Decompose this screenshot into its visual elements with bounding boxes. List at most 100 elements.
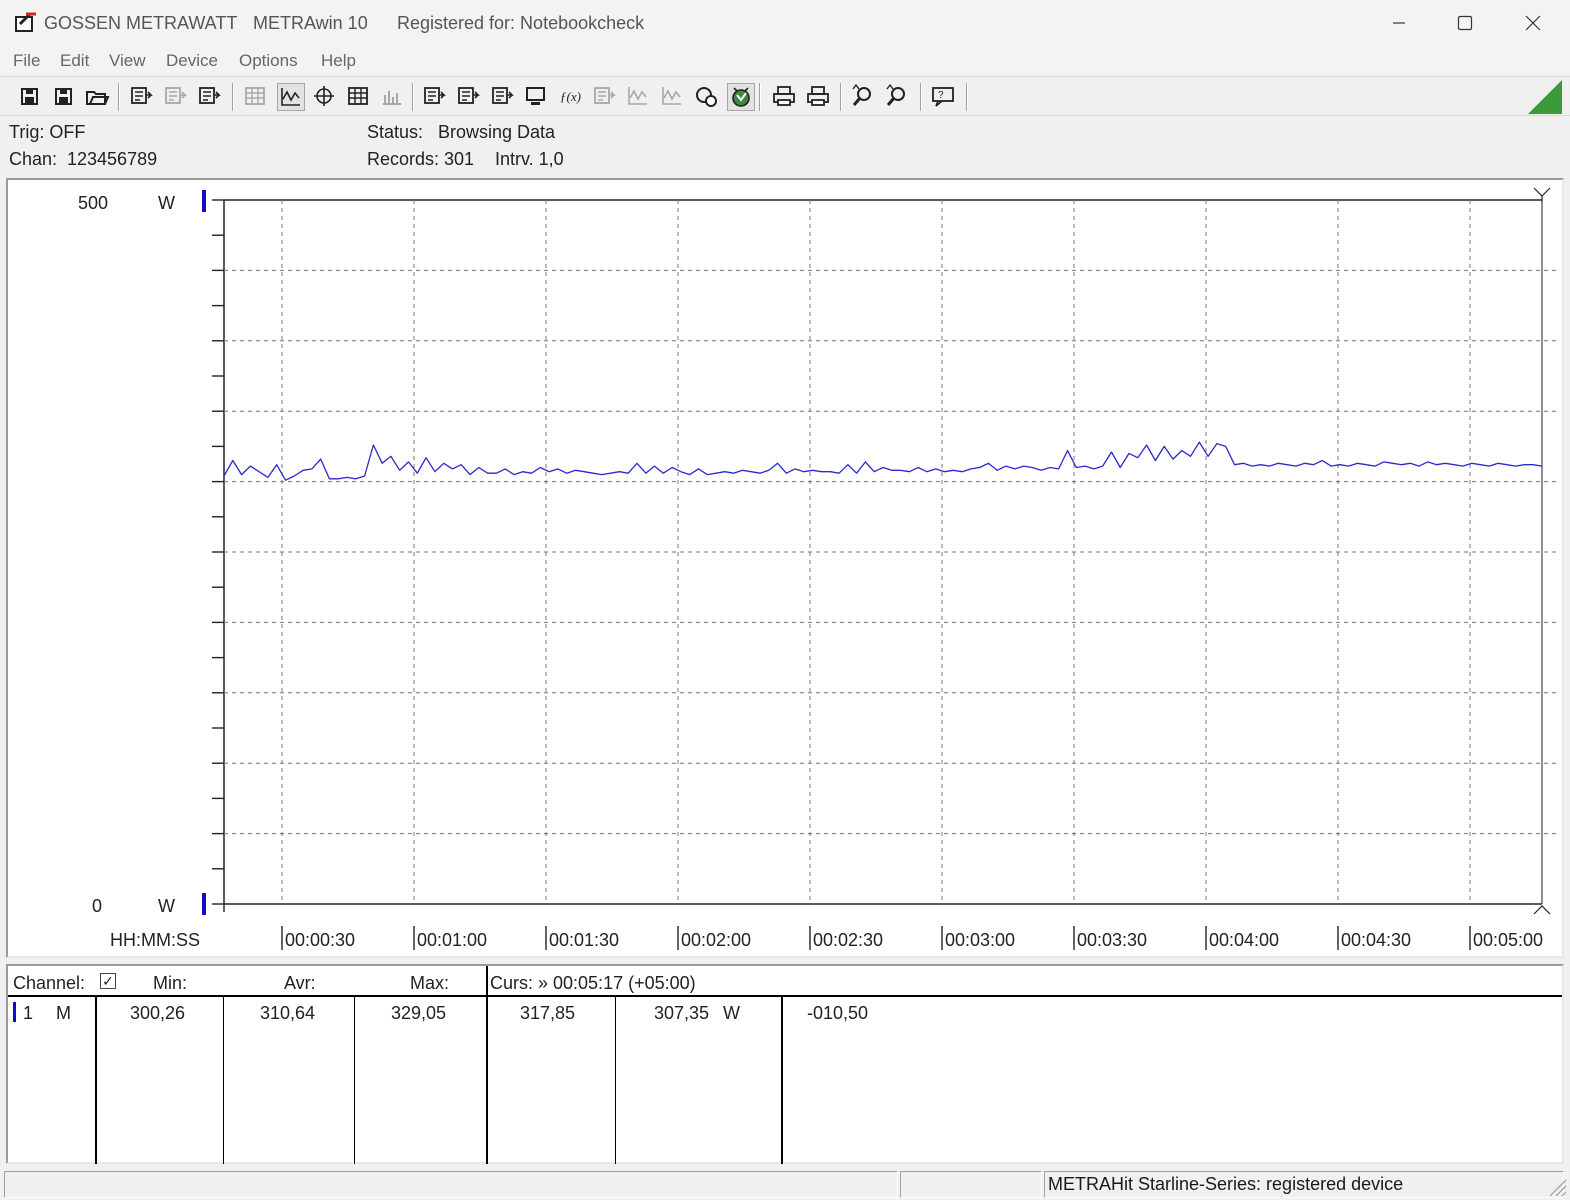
status-value: Browsing Data <box>438 122 556 142</box>
unit-value: W <box>723 1003 740 1023</box>
print-icon <box>773 86 795 106</box>
channel-list: 123456789 <box>67 149 158 169</box>
line-chart[interactable]: 00:00:30 00:01:00 00:01:30 00:02:00 00:02:30… <box>8 180 1562 956</box>
channel-color-marker <box>13 1002 16 1022</box>
y-axis-bottom-unit: W <box>158 896 175 916</box>
help-tool-button[interactable]: ? <box>930 83 958 111</box>
monitor-tool-button[interactable] <box>591 83 619 111</box>
export-tool-button[interactable] <box>128 83 156 111</box>
start-icon <box>732 87 750 107</box>
menu-help[interactable]: Help <box>321 51 356 71</box>
lower-limit-marker[interactable] <box>202 893 206 915</box>
cursor2-value: 307,35 <box>654 1003 710 1023</box>
trigger-icon <box>696 87 717 107</box>
import-tool-button[interactable] <box>162 83 190 111</box>
toolbar-separator <box>966 83 968 111</box>
channel-checkbox[interactable]: ✓ <box>100 973 116 989</box>
save-tool-button[interactable] <box>17 83 45 111</box>
trigger-status: Trig: OFF <box>9 122 86 142</box>
menu-device[interactable]: Device <box>166 51 218 71</box>
toolbar-separator <box>118 83 120 111</box>
chart-panel[interactable]: 00:00:30 00:01:00 00:01:30 00:02:00 00:02:30… <box>6 178 1564 958</box>
upper-limit-marker[interactable] <box>202 190 206 212</box>
print-tool-button[interactable] <box>771 83 799 111</box>
x-tick-label: 00:03:00 <box>945 930 1015 950</box>
menu-options[interactable]: Options <box>239 51 298 71</box>
print-setup-icon <box>807 86 829 106</box>
help-icon: ? <box>932 87 954 107</box>
spectrum-icon <box>662 87 681 105</box>
histogram-tool-button[interactable] <box>379 83 407 111</box>
import-icon <box>165 87 187 104</box>
print-setup-tool-button[interactable] <box>805 83 833 111</box>
channel-header: Channel: <box>13 973 86 993</box>
export-icon <box>131 87 153 104</box>
minimize-icon <box>1393 22 1405 24</box>
menu-edit[interactable]: Edit <box>60 51 89 71</box>
registered-title: Registered for: Notebookcheck <box>397 13 645 33</box>
zoom-in-tool-button[interactable] <box>850 83 878 111</box>
xy-graph-tool-button[interactable] <box>311 83 339 111</box>
save-as-tool-button[interactable] <box>51 83 79 111</box>
spectrum-tool-button[interactable] <box>659 83 687 111</box>
svg-text:?: ? <box>938 90 944 101</box>
zoom-in-icon <box>852 83 871 106</box>
x-tick-label: 00:00:30 <box>285 930 355 950</box>
start-tool-button[interactable] <box>727 83 755 111</box>
trigger-tool-button[interactable] <box>693 83 721 111</box>
x-tick-label: 00:03:30 <box>1077 930 1147 950</box>
device-settings-icon <box>424 87 446 104</box>
open-folder-tool-button[interactable] <box>84 83 112 111</box>
difference-value: -010,50 <box>807 1003 869 1023</box>
x-tick-label: 00:04:00 <box>1209 930 1279 950</box>
zoom-out-tool-button[interactable] <box>884 83 912 111</box>
x-tick-label: 00:01:30 <box>549 930 619 950</box>
computer-icon <box>526 87 545 105</box>
table-row[interactable]: 1 M 300,26 310,64 329,05 317,85 307,35 W… <box>8 997 1562 1027</box>
minimize-button[interactable] <box>1366 0 1432 46</box>
y-axis-top-unit: W <box>158 193 175 213</box>
computer-tool-button[interactable] <box>523 83 551 111</box>
power-series-line <box>223 441 1543 481</box>
list-icon <box>245 87 265 105</box>
table-tool-button[interactable] <box>345 83 373 111</box>
transfer-tool-button[interactable] <box>196 83 224 111</box>
toolbar: ƒ(x)? <box>0 76 1570 116</box>
close-icon <box>1525 15 1541 31</box>
record-settings-tool-button[interactable] <box>489 83 517 111</box>
max-value: 329,05 <box>391 1003 447 1023</box>
close-button[interactable] <box>1500 0 1566 46</box>
formula-tool-button[interactable]: ƒ(x) <box>557 83 585 111</box>
channel-settings-icon <box>458 87 480 104</box>
histogram-icon <box>383 91 401 105</box>
waveform-icon <box>628 87 647 105</box>
interval-value: Intrv. 1,0 <box>495 149 564 169</box>
status-pane-device: METRAHit Starline-Series: registered dev… <box>1044 1171 1564 1198</box>
device-settings-tool-button[interactable] <box>421 83 449 111</box>
corner-triangle-icon <box>1528 80 1562 114</box>
maximize-button[interactable] <box>1432 0 1498 46</box>
menu-view[interactable]: View <box>109 51 146 71</box>
app-title: METRAwin 10 <box>253 13 368 33</box>
menu-file[interactable]: File <box>13 51 40 71</box>
waveform-tool-button[interactable] <box>625 83 653 111</box>
status-bar: METRAHit Starline-Series: registered dev… <box>0 1168 1570 1200</box>
cursor-bottom-icon[interactable] <box>1533 905 1551 915</box>
resize-grip-icon[interactable] <box>1546 1176 1568 1198</box>
channel-settings-tool-button[interactable] <box>455 83 483 111</box>
transfer-icon <box>199 87 221 104</box>
y-axis-top-label: 500 <box>78 193 108 213</box>
yt-graph-tool-button[interactable] <box>277 83 305 111</box>
records-count: Records: 301 <box>367 149 475 169</box>
avg-value: 310,64 <box>260 1003 316 1023</box>
list-tool-button[interactable] <box>242 83 270 111</box>
yt-graph-icon <box>281 88 300 106</box>
record-settings-icon <box>492 87 514 104</box>
brand-title: GOSSEN METRAWATT <box>44 13 238 33</box>
menu-bar: File Edit View Device Options Help <box>0 46 1570 74</box>
x-tick-label: 00:02:30 <box>813 930 883 950</box>
status-pane-middle <box>900 1171 1042 1198</box>
zoom-out-icon <box>886 83 905 106</box>
channel-label: Chan: <box>9 149 58 169</box>
title-bar: GOSSEN METRAWATT METRAwin 10 Registered … <box>0 0 1570 46</box>
